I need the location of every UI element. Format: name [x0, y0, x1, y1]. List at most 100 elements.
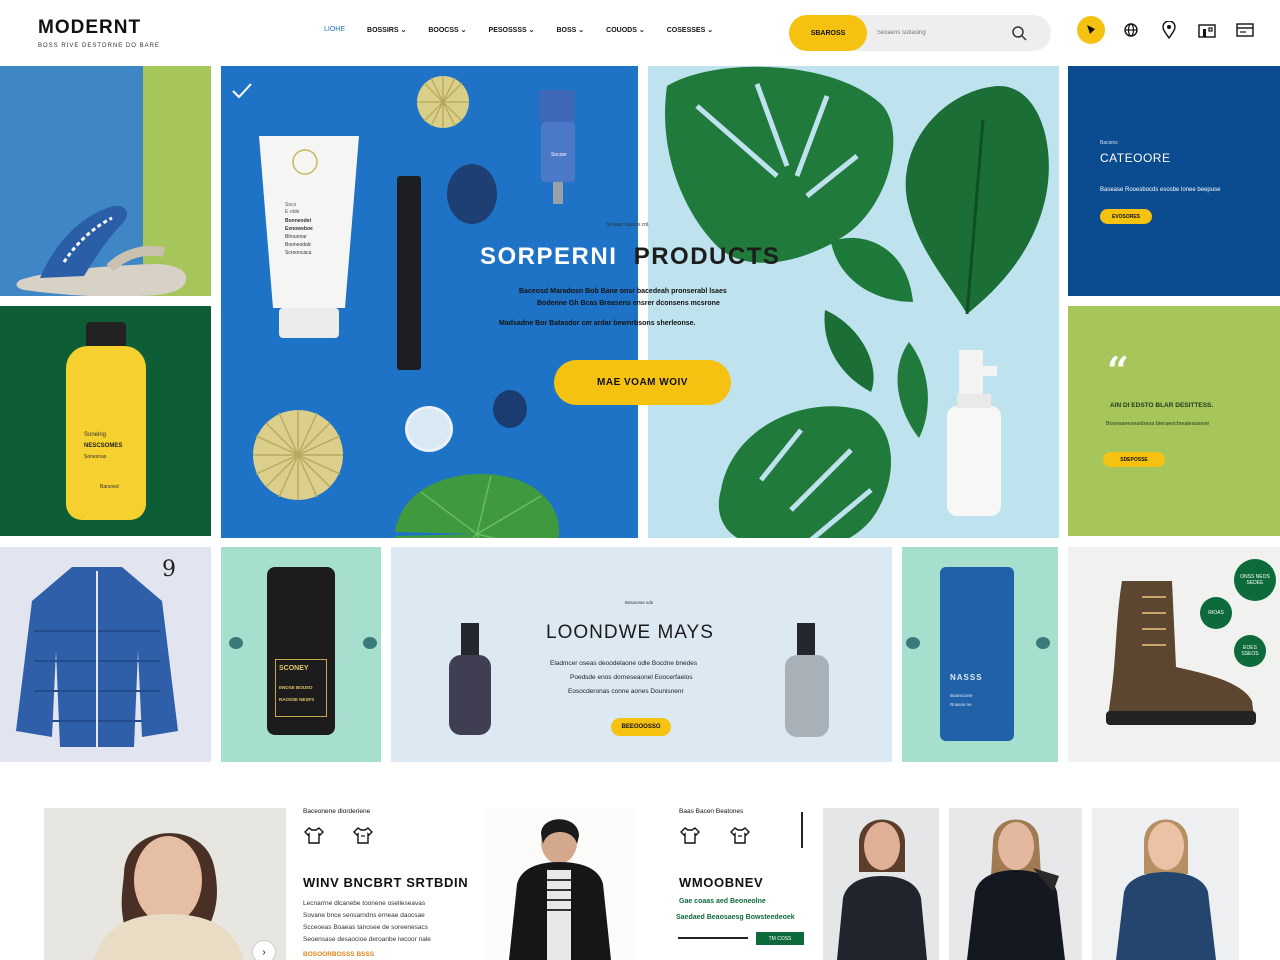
- hero-title-right: PRODUCTS: [633, 243, 781, 270]
- blue-tube-label: NASSS: [950, 673, 983, 682]
- search-input[interactable]: [877, 27, 1007, 39]
- leaf-ornament-icon: [229, 637, 243, 649]
- model-portrait-image: [1116, 819, 1216, 960]
- nav-item-2[interactable]: BOSSIRS ⌄: [367, 26, 406, 34]
- model-card-2[interactable]: [949, 808, 1082, 960]
- feature-badge: ONSS NEOS SEDEE: [1234, 559, 1276, 601]
- navy-cap-image: [447, 164, 497, 224]
- shirt-icon: [730, 827, 750, 844]
- nav-item-3[interactable]: BOOCSS ⌄: [428, 26, 466, 34]
- tube-label-line: Bonneodet: [285, 218, 312, 224]
- shirt-icon: [304, 827, 324, 844]
- leaf-image: [824, 310, 874, 392]
- tile-black-jar[interactable]: SCONEY ENOSE BOUSO RAOSSE NESFS: [221, 547, 381, 762]
- brand-logo[interactable]: MODERNT: [38, 17, 141, 39]
- header-icons: [1077, 16, 1257, 44]
- check-icon: [232, 83, 252, 99]
- search-bar: SBAROSS: [789, 15, 1051, 51]
- middle-line: Eladmcer oseas deoodelaone odle Bocdne b…: [550, 660, 698, 667]
- section-right-kicker: Baas Bacen Beatones: [679, 808, 744, 815]
- section-left-line: Scceoeas Boaeas tanosee de soreenesacs: [303, 924, 429, 931]
- quote-headline: AIN DI EDSTO BLAR DESITTESS.: [1110, 402, 1214, 409]
- chevron-down-icon: ⌄: [400, 27, 407, 34]
- tile-blue-tube[interactable]: NASSS Boanscone Roasse ne: [902, 547, 1058, 762]
- hero-line: Baceosd Maradosn Bob Bane onsr bacedeah …: [519, 288, 727, 295]
- category-button[interactable]: EVOSORES: [1100, 209, 1152, 224]
- leaf-ornament-icon: [1036, 637, 1050, 649]
- nav-item-home[interactable]: LIOHE: [324, 26, 345, 34]
- nav-item-4[interactable]: PESOSSSS ⌄: [489, 26, 535, 34]
- underline-bar: [678, 937, 748, 939]
- leaf-ornament-icon: [363, 637, 377, 649]
- hero-line: Bodenne Gh Bcas Breasens ensrer dconsens…: [537, 300, 720, 307]
- sea-urchin-image: [417, 76, 469, 128]
- tube-label-line: Socs: [285, 202, 297, 208]
- leaf-image: [831, 237, 913, 302]
- section-left-link[interactable]: BOSOORBOSSS BSSS: [303, 951, 374, 958]
- portrait-woman-smiling: ›: [44, 808, 286, 960]
- main-nav: LIOHE BOSSIRS ⌄ BOOCSS ⌄ PESOSSSS ⌄ BOSS…: [324, 26, 713, 34]
- location-pin-icon[interactable]: [1157, 16, 1181, 44]
- shirt-icon: [680, 827, 700, 844]
- card-icon[interactable]: [1233, 16, 1257, 44]
- model-portrait-image: [509, 819, 611, 960]
- quote-text: Bosnsaeeseaidresa bieraeocfsealeaosese: [1106, 421, 1210, 427]
- tile-sandal[interactable]: [0, 66, 211, 296]
- section-right-title: WMOOBNEV: [679, 875, 764, 890]
- quote-button[interactable]: SDEPOSSE: [1103, 452, 1165, 467]
- jacket-tag: 9: [162, 557, 176, 582]
- middle-kicker: Besovnas sds: [625, 600, 654, 605]
- cart-icon[interactable]: [1077, 16, 1105, 44]
- category-text: Basease Rooesbocds esosbe lonee beepuse: [1100, 187, 1221, 193]
- hero-line: Madsadne Bor Batasdor cer ardar bewnrbso…: [499, 320, 696, 327]
- monstera-leaf-image: [718, 406, 892, 538]
- section-left-title: WINV BNCBRT SRTBDIN: [303, 875, 469, 890]
- puffer-jacket-image: [16, 567, 178, 747]
- dark-dropper-bottle-image: [449, 623, 491, 735]
- middle-cta-button[interactable]: BEEOOOSSO: [611, 718, 671, 736]
- globe-icon[interactable]: [1119, 16, 1143, 44]
- model-card-1[interactable]: [823, 808, 939, 960]
- category-title: CATEOORE: [1100, 151, 1171, 165]
- tile-boot[interactable]: ONSS NEOS SEDEE RIOAS EOES SSEOS: [1068, 547, 1280, 762]
- tube-label-line: Exnoweboe: [285, 226, 313, 232]
- sea-urchin-image: [253, 410, 343, 500]
- chevron-down-icon: ⌄: [460, 27, 467, 34]
- black-stick-image: [397, 176, 421, 370]
- middle-line: Eosocderonas conne aones Dounisnenr: [568, 688, 684, 695]
- tube-label-line: Scrooncaca: [285, 250, 312, 256]
- play-icon[interactable]: ›: [252, 940, 276, 960]
- search-icon[interactable]: [1011, 25, 1027, 46]
- section-right-green-line: Saedaed Beaosaesg Bowsteedeoek: [676, 914, 795, 921]
- nav-item-7[interactable]: COSESSES ⌄: [667, 26, 713, 34]
- jar-label-line: SCONEY: [279, 665, 309, 672]
- nav-item-6[interactable]: COUODS ⌄: [606, 26, 645, 34]
- jar-label-line: ENOSE BOUSO: [279, 685, 313, 690]
- blue-tube-label: Boanscone: [950, 693, 973, 698]
- hero-title: SORPERNI PRODUCTS: [480, 243, 780, 271]
- shirt-icon: [353, 827, 373, 844]
- white-tube-image: [259, 136, 359, 338]
- section-right-tag[interactable]: TM COSS: [756, 932, 804, 945]
- bottle-label-line: NESCSOMES: [84, 443, 123, 449]
- page: MODERNT BOSS RIVE DESTORNE DO BARE LIOHE…: [0, 0, 1280, 960]
- jar-label-line: RAOSSE NESFS: [279, 697, 315, 702]
- tile-jacket[interactable]: 9: [0, 547, 211, 762]
- store-icon[interactable]: [1195, 16, 1219, 44]
- leaf-ornament-icon: [906, 637, 920, 649]
- tile-yellow-bottle[interactable]: Sonelng NESCSOMES Sonesnas Barsoed: [0, 306, 211, 536]
- hero-title-left: SORPERNI: [480, 243, 618, 270]
- section-left-line: Seoensase desaocioe deroanbe iwcoor nale: [303, 936, 431, 943]
- hero-cta-button[interactable]: MAE VOAM WOIV: [554, 360, 731, 405]
- tile-category[interactable]: [1068, 66, 1280, 296]
- middle-line: Poedsde enos dorneseaonel Eoocerfaelos: [570, 674, 693, 681]
- model-portrait-image: [837, 819, 927, 960]
- model-card-3[interactable]: [1092, 808, 1239, 960]
- navy-jar-image: [493, 390, 527, 428]
- sandal-image: [16, 205, 187, 296]
- category-kicker: Baciens: [1100, 140, 1118, 146]
- nav-item-5[interactable]: BOSS ⌄: [557, 26, 585, 34]
- bottle-label-line: Sonesnas: [84, 454, 107, 460]
- search-category-button[interactable]: SBAROSS: [789, 15, 867, 51]
- tube-label-line: Blrouonar: [285, 234, 307, 240]
